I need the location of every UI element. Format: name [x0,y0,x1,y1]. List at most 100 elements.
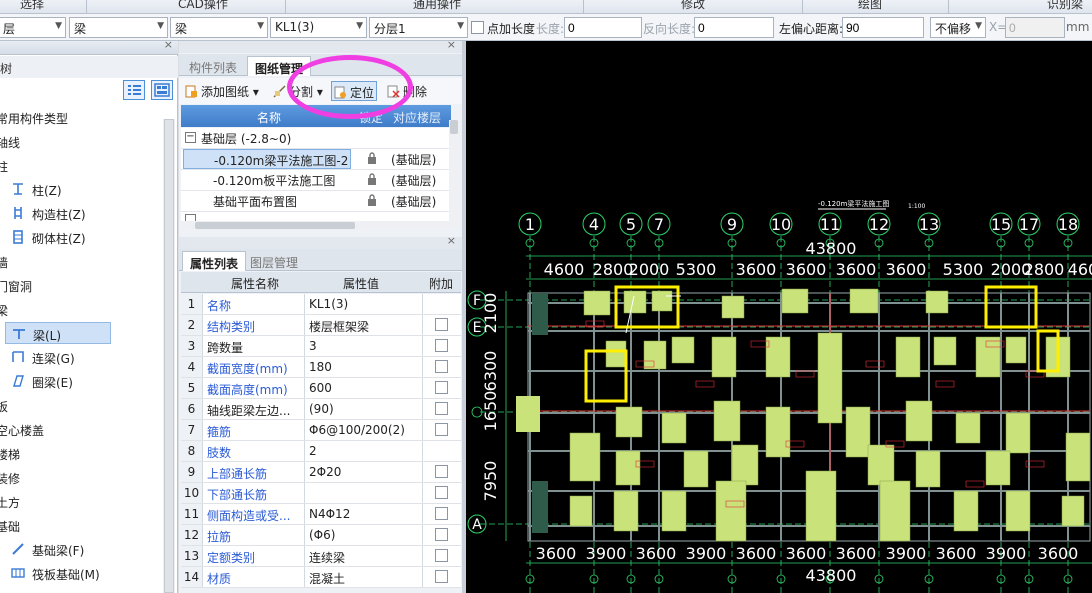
property-value[interactable]: Φ6@100/200(2) [305,420,423,440]
attach-checkbox[interactable] [435,360,448,373]
property-row[interactable]: 5 截面高度(mm) 600 [181,378,461,399]
column-block[interactable] [985,450,1011,486]
column-block[interactable] [713,400,741,442]
ribbon-group-common[interactable]: 通用操作 [413,0,461,12]
delete-button[interactable]: 删除 [385,81,429,101]
tab-property-list[interactable]: 属性列表 [182,251,247,271]
tree-item[interactable]: 筏板基础(M) [0,562,160,584]
property-row[interactable]: 13 定额类别 连续梁 [181,546,461,567]
column-block[interactable] [715,480,747,542]
property-value[interactable]: (90) [305,399,423,419]
property-row[interactable]: 7 箍筋 Φ6@100/200(2) [181,420,461,441]
property-value[interactable]: (Φ6) [305,525,423,545]
attach-checkbox[interactable] [435,486,448,499]
layer-select[interactable]: 分层1 ▼ [369,17,468,38]
column-block[interactable] [1065,432,1091,482]
attach-checkbox[interactable] [435,381,448,394]
column-header-property-name[interactable]: 属性名称 [231,275,279,292]
property-row[interactable]: 3 跨数量 3 [181,336,461,357]
column-block[interactable] [765,406,791,458]
column-block[interactable] [925,290,949,314]
tree-item[interactable]: 板 [0,394,160,416]
property-value[interactable]: 2Φ20 [305,462,423,482]
property-row[interactable]: 1 名称 KL1(3) [181,294,461,315]
column-block[interactable] [781,288,809,314]
property-value[interactable]: 楼层框架梁 [305,315,423,335]
property-row[interactable]: 12 拉筋 (Φ6) [181,525,461,546]
column-header-property-value[interactable]: 属性值 [343,275,379,292]
column-block[interactable] [1061,495,1085,527]
property-value[interactable]: 混凝土 [305,567,423,587]
column-block[interactable] [613,490,639,532]
column-header-lock[interactable]: 锁定 [359,109,383,126]
column-block[interactable] [583,290,611,316]
close-icon[interactable]: × [447,234,456,247]
attach-checkbox[interactable] [435,528,448,541]
column-header-floor[interactable]: 对应楼层 [393,109,441,126]
column-block[interactable] [845,406,871,458]
column-block[interactable] [975,336,1001,378]
column-block[interactable] [953,490,979,532]
property-row[interactable]: 9 上部通长筋 2Φ20 [181,462,461,483]
column-block[interactable] [643,340,667,370]
tree-item[interactable]: 轴线 [0,130,160,152]
column-block[interactable] [1005,412,1031,454]
column-block[interactable] [569,495,593,527]
hscrollbar-thumb[interactable] [195,222,355,229]
column-block[interactable] [879,480,911,542]
property-value[interactable]: 3 [305,336,423,356]
shift-select[interactable]: 不偏移 ▼ [930,17,986,38]
column-block[interactable] [516,396,540,432]
column-block[interactable] [731,444,759,486]
tree-item[interactable]: 装修 [0,466,160,488]
tree-item[interactable]: 门窗洞 [0,274,160,296]
property-value[interactable]: KL1(3) [305,294,423,314]
property-row[interactable]: 6 轴线距梁左边... (90) [181,399,461,420]
attach-checkbox[interactable] [435,507,448,520]
property-row[interactable]: 10 下部通长筋 [181,483,461,504]
property-row[interactable]: 14 材质 混凝土 [181,567,461,588]
property-row[interactable]: 4 截面宽度(mm) 180 [181,357,461,378]
attach-checkbox[interactable] [435,339,448,352]
column-block[interactable] [661,412,687,444]
ribbon-group-draw[interactable]: 绘图 [858,0,882,12]
column-block[interactable] [1005,336,1027,364]
attach-checkbox[interactable] [435,318,448,331]
drawing-row[interactable]: -0.120m板平法施工图 (基础层) [181,170,451,191]
column-block[interactable] [671,336,695,364]
locate-button[interactable]: 定位 [331,81,378,101]
split-button[interactable]: 分割 ▾ [271,81,325,101]
length-input[interactable] [564,17,642,38]
column-block[interactable] [867,444,895,486]
tree-scrollbar[interactable] [163,119,175,593]
column-block[interactable] [721,295,745,319]
offset-input[interactable] [842,17,924,38]
tree-item[interactable]: 墙 [0,250,160,272]
category-select[interactable]: 梁 ▼ [69,17,168,38]
attach-checkbox[interactable] [435,549,448,562]
column-block[interactable] [1005,490,1031,532]
column-block[interactable] [615,406,643,438]
property-row[interactable]: 8 肢数 2 [181,441,461,462]
ribbon-group-select[interactable]: 选择 [20,0,44,12]
cad-drawing-canvas[interactable]: -0.120m梁平法施工图 1:100 1 4 5 7 9 10 11 12 13 15 17 18 438… [466,41,1092,593]
column-block[interactable] [711,336,737,378]
property-row[interactable]: 11 侧面构造或受... N4Φ12 [181,504,461,525]
tree-item[interactable]: 土方 [0,490,160,512]
collapse-icon[interactable]: − [185,132,196,143]
ribbon-group-cad[interactable]: CAD操作 [178,0,228,12]
tree-item[interactable]: 圈梁(E) [0,370,160,392]
drawing-row[interactable]: 基础平面布置图 (基础层) [181,191,451,212]
column-block[interactable] [615,450,641,486]
tree-item[interactable]: 常用构件类型 [0,106,160,128]
attach-checkbox[interactable] [435,402,448,415]
property-value[interactable]: 2 [305,441,423,461]
tree-item[interactable]: 楼梯 [0,442,160,464]
column-block[interactable] [605,340,627,368]
tree-scrollbar-thumb[interactable] [164,119,174,593]
column-block[interactable] [683,450,709,488]
lock-icon[interactable] [367,194,377,206]
attach-checkbox[interactable] [435,570,448,583]
property-value[interactable]: 连续梁 [305,546,423,566]
column-block[interactable] [895,336,921,378]
